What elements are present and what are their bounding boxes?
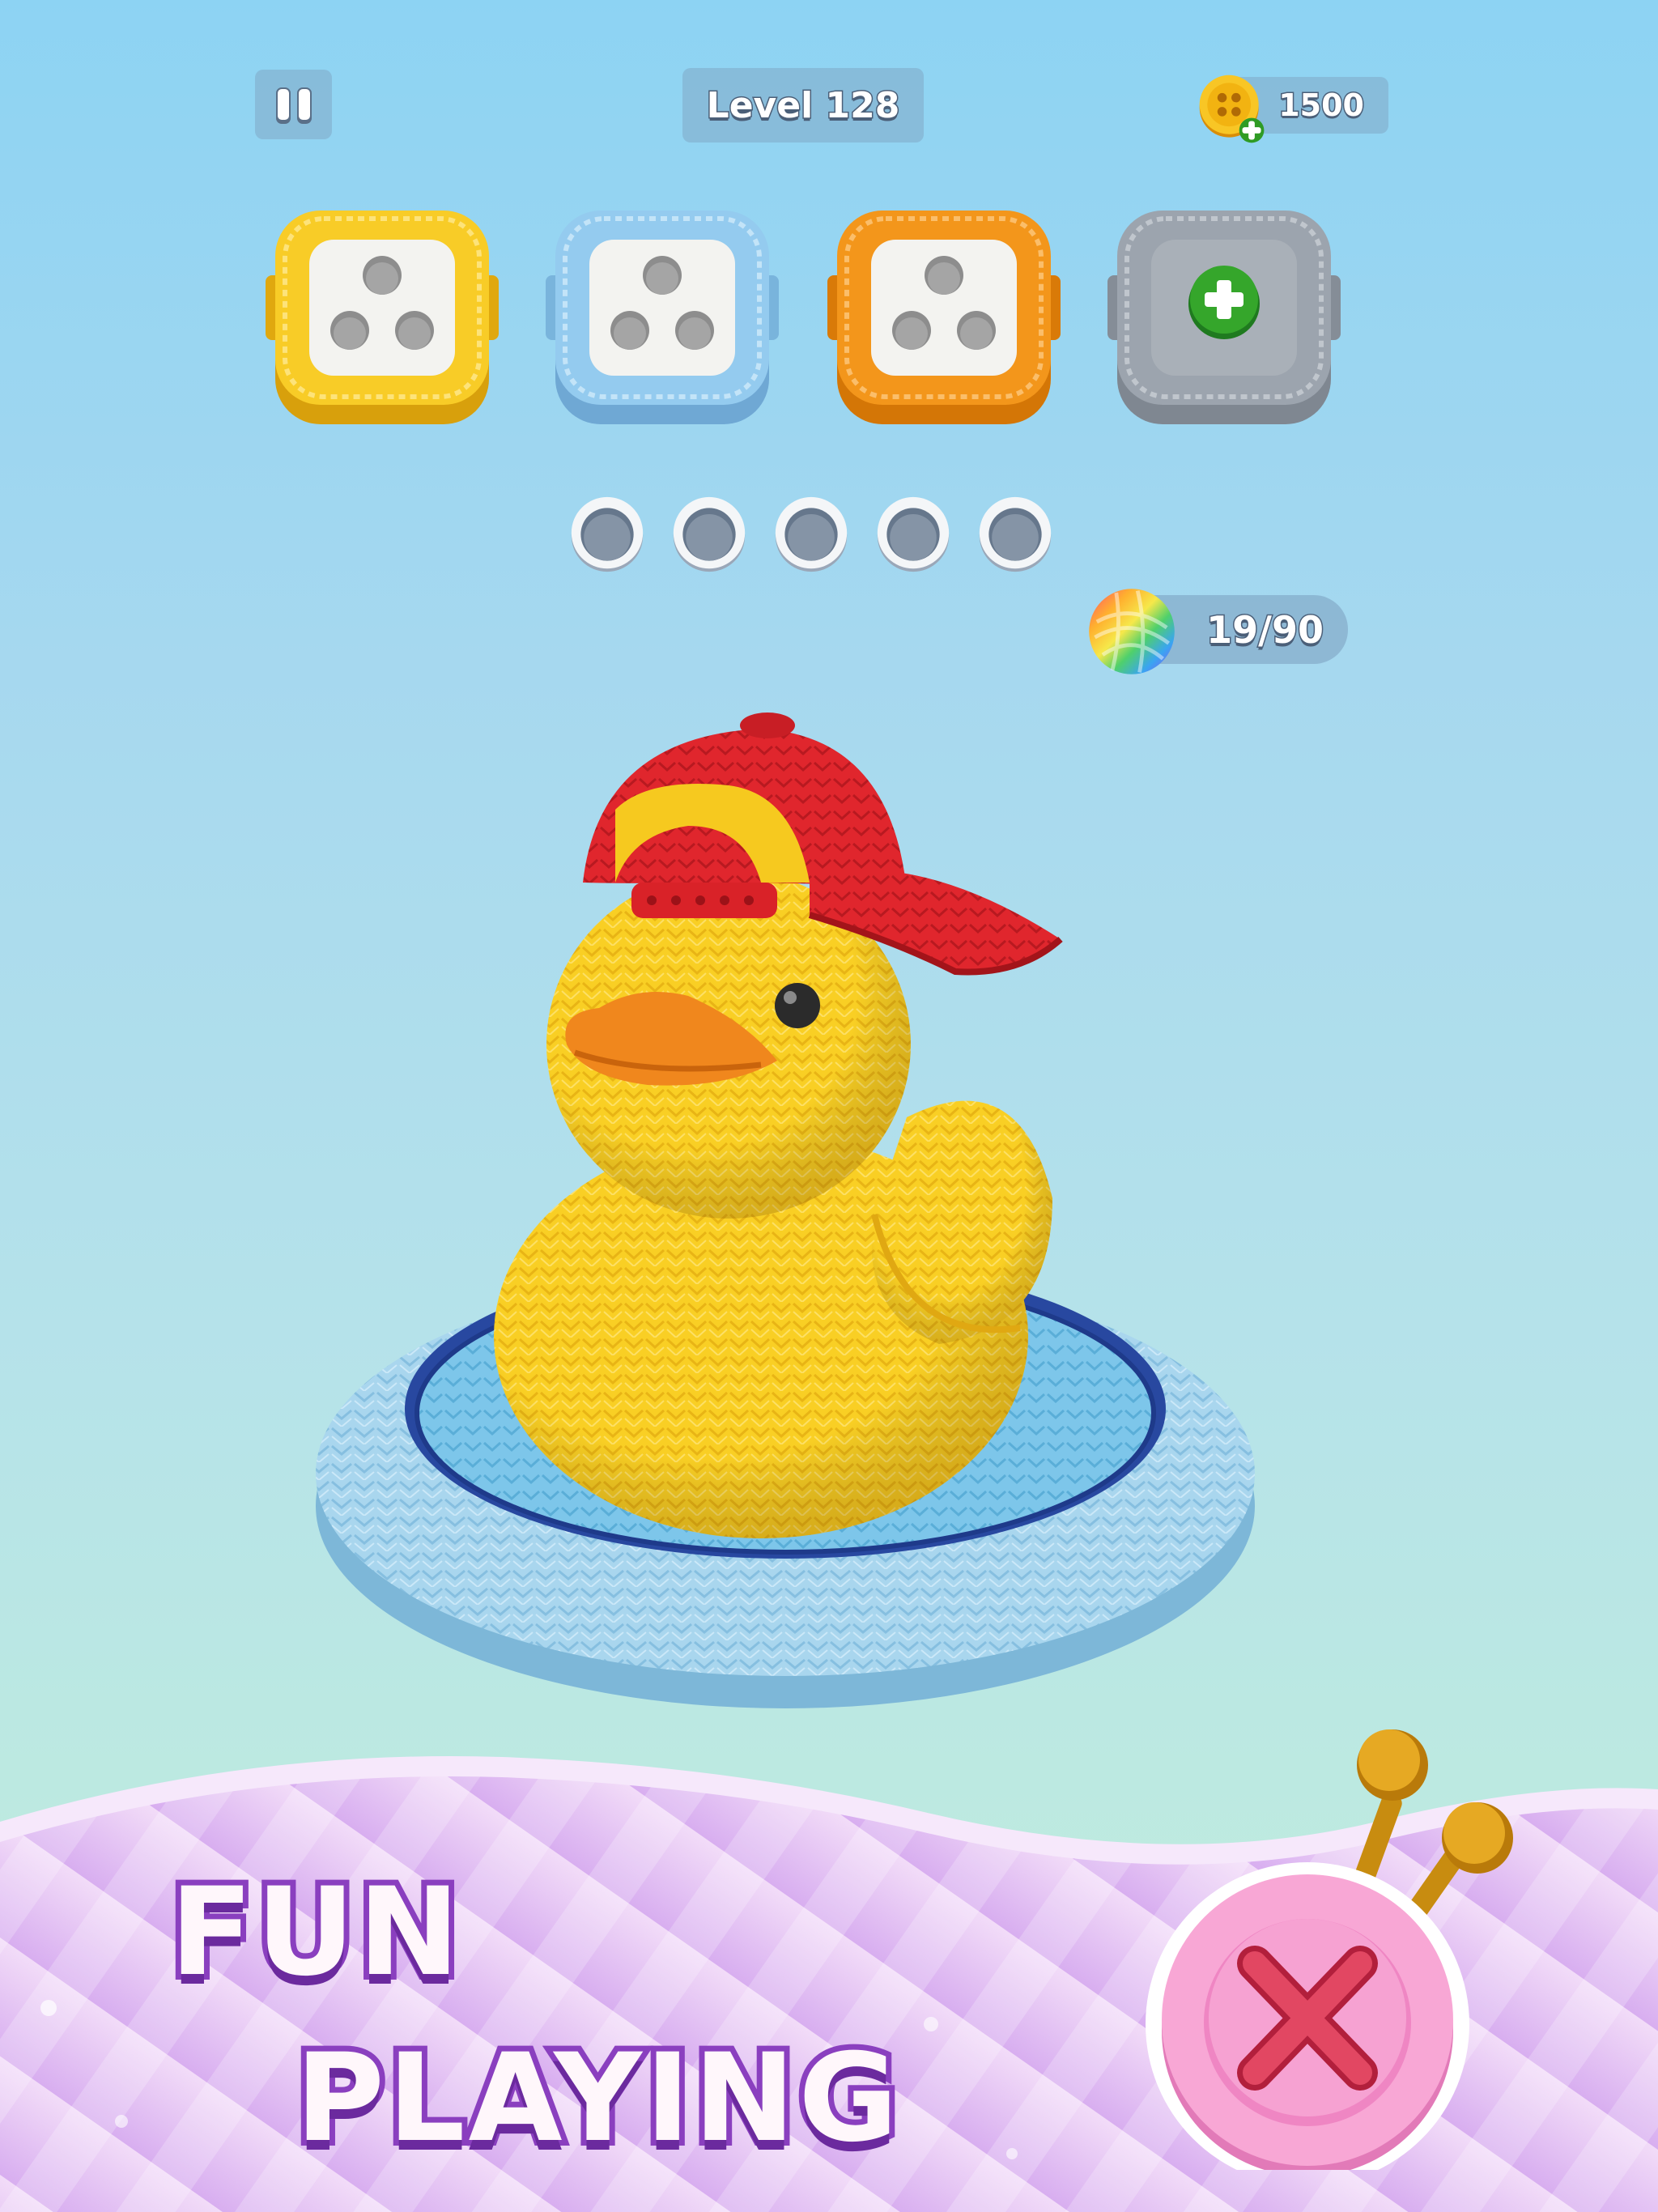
spool-box-orange[interactable] xyxy=(823,194,1065,437)
empty-slot xyxy=(571,496,644,572)
level-label: Level 128 xyxy=(705,83,901,127)
spool-box-icon xyxy=(546,211,779,424)
pause-button[interactable] xyxy=(255,70,332,139)
spool-box-icon xyxy=(827,211,1061,424)
empty-slot xyxy=(877,496,950,572)
spool-box-icon xyxy=(266,211,499,424)
pink-button-logo-icon xyxy=(1146,1729,1513,2170)
coin-amount: 1500 xyxy=(1278,87,1366,125)
spool-box-blue[interactable] xyxy=(541,194,784,437)
coin-add-icon[interactable] xyxy=(1194,71,1272,149)
rainbow-yarn-ball-icon xyxy=(1089,589,1175,674)
pause-icon-bar xyxy=(296,87,312,121)
pause-icon xyxy=(275,87,291,121)
empty-slot xyxy=(979,496,1052,572)
yarn-count-label: 19/90 xyxy=(1205,606,1325,653)
empty-slot xyxy=(775,496,848,572)
promo-title-line2: PLAYING xyxy=(290,2023,903,2175)
level-indicator: Level 128 xyxy=(682,68,924,143)
promo-title-line1: FUN xyxy=(164,1857,466,2009)
spool-box-icon xyxy=(1107,211,1341,424)
spool-box-yellow[interactable] xyxy=(261,194,504,437)
knitted-duck-model[interactable] xyxy=(308,696,1312,1733)
empty-slot xyxy=(673,496,746,572)
spool-box-locked[interactable] xyxy=(1103,194,1346,437)
